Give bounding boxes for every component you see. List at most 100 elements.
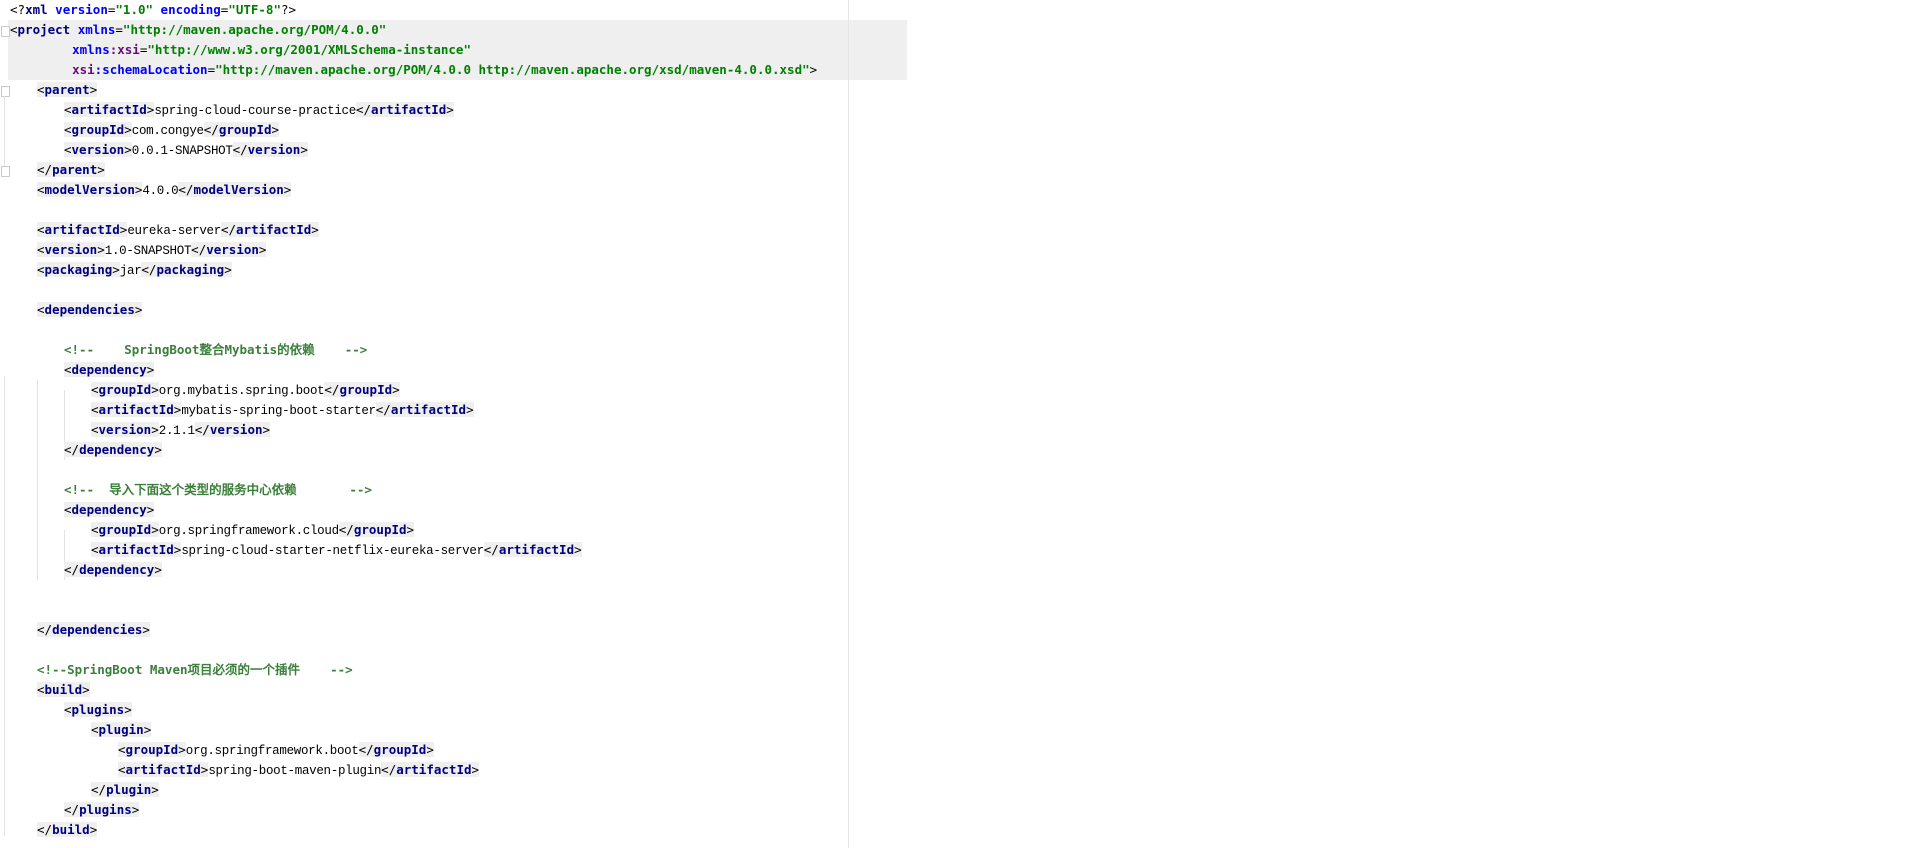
attribute-value: "http://maven.apache.org/POM/4.0.0": [122, 22, 387, 37]
code-line[interactable]: <dependencies>: [37, 300, 143, 320]
tag-bracket: </: [381, 762, 397, 777]
tag-bracket: </: [91, 782, 107, 797]
tag-name: groupId: [339, 382, 393, 397]
tag-name: groupId: [98, 382, 152, 397]
code-line[interactable]: </parent>: [37, 160, 105, 180]
element-text: spring-cloud-course-practice: [154, 104, 356, 118]
attribute-value: "http://www.w3.org/2001/XMLSchema-instan…: [147, 42, 471, 57]
tag-bracket: >: [406, 522, 415, 537]
code-line[interactable]: <groupId>org.springframework.cloud</grou…: [91, 520, 415, 540]
element-text: mybatis-spring-boot-starter: [181, 404, 376, 418]
tag-bracket: </: [203, 122, 219, 137]
tag-bracket: </: [141, 262, 157, 277]
tag-name: modelVersion: [193, 182, 284, 197]
element-text: spring-boot-maven-plugin: [208, 764, 382, 778]
tag-name: plugins: [79, 802, 132, 817]
code-line[interactable]: <packaging>jar</packaging>: [37, 260, 232, 280]
code-line[interactable]: <artifactId>spring-cloud-course-practice…: [64, 100, 454, 120]
code-line[interactable]: <artifactId>eureka-server</artifactId>: [37, 220, 319, 240]
tag-bracket: </: [232, 142, 248, 157]
tag-bracket: >: [300, 142, 308, 157]
code-line[interactable]: xmlns:xsi="http://www.w3.org/2001/XMLSch…: [72, 40, 471, 60]
code-line[interactable]: <groupId>org.springframework.boot</group…: [118, 740, 434, 760]
tag-bracket: </: [37, 622, 53, 637]
xml-comment: <!-- 导入下面这个类型的服务中心依赖 -->: [64, 482, 372, 497]
code-line[interactable]: <artifactId>mybatis-spring-boot-starter<…: [91, 400, 474, 420]
tag-bracket: >: [131, 802, 140, 817]
element-text: spring-cloud-starter-netflix-eureka-serv…: [181, 544, 484, 558]
code-line[interactable]: <modelVersion>4.0.0</modelVersion>: [37, 180, 292, 200]
code-line[interactable]: </dependency>: [64, 560, 162, 580]
tag-name: packaging: [156, 262, 225, 277]
code-line[interactable]: <!-- 导入下面这个类型的服务中心依赖 -->: [64, 480, 372, 500]
code-line[interactable]: <groupId>com.congye</groupId>: [64, 120, 280, 140]
tag-name: dependency: [71, 362, 147, 377]
tag-bracket: </: [37, 162, 53, 177]
attribute-value: "http://maven.apache.org/POM/4.0.0 http:…: [215, 62, 810, 77]
element-text: org.springframework.cloud: [158, 524, 339, 538]
tag-bracket: >: [151, 382, 159, 397]
tag-bracket: >: [311, 222, 319, 237]
code-line[interactable]: </plugins>: [64, 800, 140, 820]
tag-bracket: </: [191, 242, 207, 257]
tag-bracket: </: [64, 802, 80, 817]
tag-bracket: <: [37, 682, 45, 697]
tag-bracket: >: [154, 442, 162, 457]
code-line[interactable]: <version>0.0.1-SNAPSHOT</version>: [64, 140, 308, 160]
code-line[interactable]: </dependencies>: [37, 620, 150, 640]
element-text: 4.0.0: [142, 184, 179, 198]
code-line[interactable]: <groupId>org.mybatis.spring.boot</groupI…: [91, 380, 400, 400]
tag-name: plugin: [98, 722, 144, 737]
code-line[interactable]: <?xml version="1.0" encoding="UTF-8"?>: [10, 0, 296, 20]
code-line[interactable]: <!-- SpringBoot整合Mybatis的依赖 -->: [64, 340, 367, 360]
tag-name: groupId: [353, 522, 407, 537]
xml-comment: <!--SpringBoot Maven项目必须的一个插件 -->: [37, 662, 353, 677]
attribute-name: :schemaLocation: [94, 62, 208, 77]
code-line[interactable]: <artifactId>spring-cloud-starter-netflix…: [91, 540, 582, 560]
code-line[interactable]: </build>: [37, 820, 98, 840]
tag-bracket: >: [89, 82, 98, 97]
code-line[interactable]: </dependency>: [64, 440, 162, 460]
tag-name: artifactId: [98, 402, 174, 417]
tag-bracket: <: [64, 102, 72, 117]
attribute-name: encoding: [160, 2, 221, 17]
tag-name: groupId: [125, 742, 179, 757]
tag-name: packaging: [44, 262, 113, 277]
tag-name: dependencies: [52, 622, 143, 637]
tag-bracket: <: [118, 762, 126, 777]
code-line[interactable]: <parent>: [37, 80, 98, 100]
tag-bracket: >: [446, 102, 454, 117]
tag-bracket: <: [37, 242, 45, 257]
code-line[interactable]: <build>: [37, 680, 90, 700]
code-line[interactable]: <dependency>: [64, 360, 155, 380]
attribute-name: xmlns: [77, 22, 116, 37]
tag-bracket: </: [483, 542, 499, 557]
tag-bracket: >: [89, 822, 98, 837]
tag-bracket: >: [134, 302, 143, 317]
code-line[interactable]: </plugin>: [91, 780, 159, 800]
tag-bracket: >: [82, 682, 90, 697]
code-line[interactable]: <!--SpringBoot Maven项目必须的一个插件 -->: [37, 660, 353, 680]
code-line[interactable]: xsi:schemaLocation="http://maven.apache.…: [72, 60, 817, 80]
tag-name: groupId: [218, 122, 272, 137]
code-line[interactable]: <plugin>: [91, 720, 152, 740]
attribute-value: "1.0": [115, 2, 161, 17]
tag-bracket: <: [37, 182, 45, 197]
code-line[interactable]: <version>2.1.1</version>: [91, 420, 271, 440]
code-line[interactable]: <dependency>: [64, 500, 155, 520]
code-editor[interactable]: <?xml version="1.0" encoding="UTF-8"?> <p…: [0, 0, 1914, 848]
indent-guide: [37, 380, 38, 580]
code-line[interactable]: <version>1.0-SNAPSHOT</version>: [37, 240, 267, 260]
tag-name: artifactId: [396, 762, 472, 777]
fold-marker-icon[interactable]: [1, 86, 10, 97]
tag-bracket: >: [224, 262, 232, 277]
code-line[interactable]: <plugins>: [64, 700, 132, 720]
fold-marker-icon[interactable]: [1, 26, 10, 37]
tag-bracket: >: [151, 422, 159, 437]
tag-bracket: <: [64, 362, 72, 377]
tag-bracket: >: [471, 762, 480, 777]
code-line[interactable]: <artifactId>spring-boot-maven-plugin</ar…: [118, 760, 480, 780]
code-line[interactable]: <project xmlns="http://maven.apache.org/…: [10, 20, 386, 40]
tag-bracket: </: [220, 222, 237, 237]
fold-marker-icon[interactable]: [1, 166, 10, 177]
